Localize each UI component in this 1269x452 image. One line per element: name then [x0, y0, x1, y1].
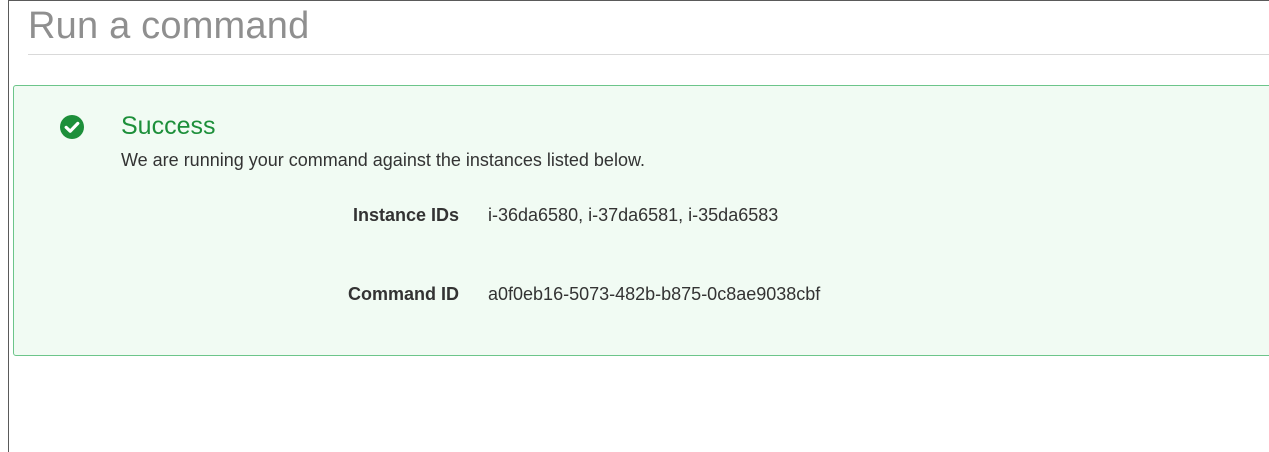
alert-heading: Success	[121, 112, 216, 140]
instance-ids-row: Instance IDs i-36da6580, i-37da6581, i-3…	[14, 205, 914, 229]
title-divider	[28, 54, 1269, 55]
page-title: Run a command	[28, 5, 310, 47]
check-circle-icon	[60, 115, 84, 139]
command-id-row: Command ID a0f0eb16-5073-482b-b875-0c8ae…	[14, 284, 914, 308]
instance-ids-label: Instance IDs	[352, 205, 459, 225]
success-alert: Success We are running your command agai…	[13, 85, 1269, 356]
command-id-label: Command ID	[347, 284, 459, 304]
instance-ids-value: i-36da6580, i-37da6581, i-35da6583	[488, 205, 779, 225]
alert-message: We are running your command against the …	[121, 150, 645, 170]
command-id-value: a0f0eb16-5073-482b-b875-0c8ae9038cbf	[488, 284, 821, 304]
page-frame: Run a command Success We are running you…	[8, 0, 1269, 452]
